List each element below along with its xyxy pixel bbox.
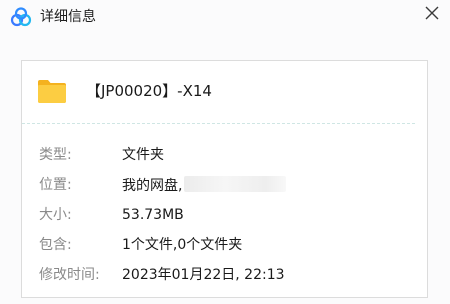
- file-name: 【JP00020】-X14: [86, 82, 212, 100]
- contains-label: 包含:: [39, 237, 72, 253]
- dialog-title: 详细信息: [40, 9, 96, 25]
- location-label: 位置:: [39, 177, 72, 193]
- baidu-netdisk-logo-icon: [10, 7, 32, 27]
- type-label: 类型:: [39, 147, 72, 163]
- modified-value: 2023年01月22日, 22:13: [122, 267, 285, 283]
- detail-row-contains: 包含: 1个文件,0个文件夹: [22, 236, 429, 254]
- modified-label: 修改时间:: [39, 267, 100, 283]
- folder-icon: [36, 75, 68, 107]
- size-value: 53.73MB: [122, 207, 184, 223]
- redacted-path: [184, 176, 287, 192]
- detail-row-modified: 修改时间: 2023年01月22日, 22:13: [22, 266, 429, 284]
- location-value-wrap[interactable]: 我的网盘,: [122, 176, 287, 195]
- divider: [22, 123, 415, 124]
- close-button[interactable]: [420, 2, 444, 26]
- contains-value: 1个文件,0个文件夹: [122, 237, 243, 253]
- details-panel: 【JP00020】-X14 类型: 文件夹 位置: 我的网盘, 大小: 53.7…: [21, 60, 428, 298]
- size-label: 大小:: [39, 207, 72, 223]
- detail-row-location: 位置: 我的网盘,: [22, 176, 429, 194]
- title-bar: 详细信息: [0, 0, 450, 34]
- detail-row-type: 类型: 文件夹: [22, 146, 429, 164]
- location-value: 我的网盘,: [122, 178, 183, 194]
- details-dialog: 详细信息 【JP00020】-X14 类型: 文件夹 位置: 我的网盘, 大小:…: [0, 0, 450, 304]
- type-value: 文件夹: [122, 147, 164, 163]
- close-icon: [425, 5, 439, 24]
- detail-row-size: 大小: 53.73MB: [22, 206, 429, 224]
